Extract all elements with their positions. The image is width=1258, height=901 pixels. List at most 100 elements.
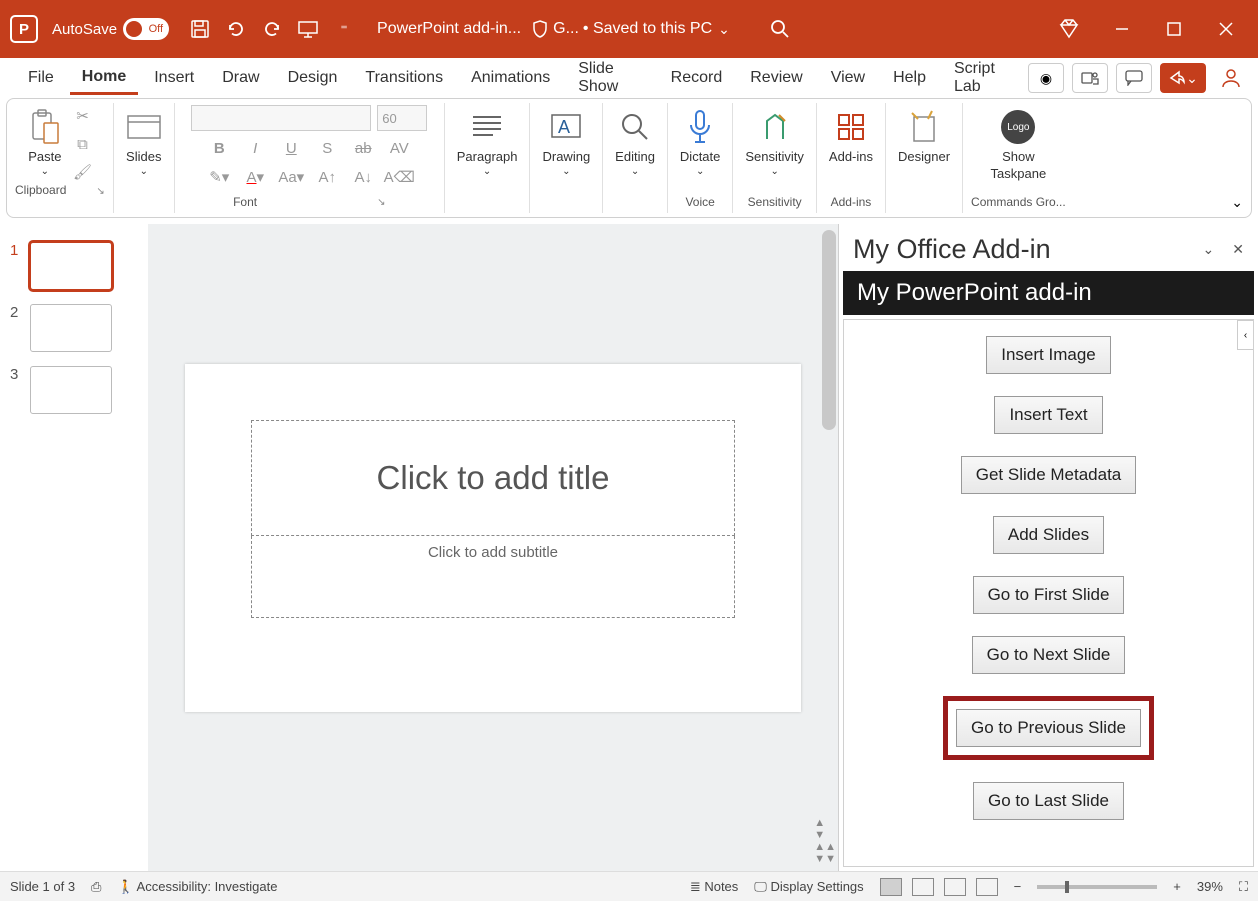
document-name[interactable]: PowerPoint add-in...: [377, 20, 521, 38]
thumb-1[interactable]: 1: [0, 238, 148, 300]
charspace-button[interactable]: AV: [386, 138, 412, 160]
tab-design[interactable]: Design: [276, 63, 350, 93]
chevron-down-icon[interactable]: ⌄: [718, 21, 730, 38]
tab-animations[interactable]: Animations: [459, 63, 562, 93]
dictate-button[interactable]: Dictate⌄: [676, 105, 724, 179]
chevron-down-icon[interactable]: ⌄: [1203, 241, 1215, 258]
display-settings-button[interactable]: 🖵 Display Settings: [754, 879, 863, 895]
diamond-icon[interactable]: [1058, 18, 1080, 40]
saved-status[interactable]: • Saved to this PC: [583, 20, 712, 38]
slide-counter[interactable]: Slide 1 of 3: [10, 879, 75, 894]
tab-transitions[interactable]: Transitions: [353, 63, 455, 93]
zoom-in-icon[interactable]: +: [1173, 879, 1181, 894]
shield-icon[interactable]: [531, 20, 549, 38]
paste-button[interactable]: Paste ⌄: [24, 105, 65, 183]
qat-more-icon[interactable]: ⁼: [331, 16, 357, 42]
addins-button[interactable]: Add-ins: [825, 105, 877, 166]
close-icon[interactable]: [1214, 17, 1238, 41]
highlight-button[interactable]: ✎▾: [206, 166, 232, 188]
font-family-combo[interactable]: [191, 105, 371, 131]
insert-image-button[interactable]: Insert Image: [986, 336, 1111, 374]
format-painter-icon[interactable]: 🖌: [70, 161, 96, 183]
slide-nav-arrows[interactable]: ▲▼▲▲▼▼: [814, 817, 836, 865]
slideshow-view-icon[interactable]: [976, 878, 998, 896]
title-placeholder[interactable]: Click to add title: [251, 420, 735, 536]
font-color-button[interactable]: A▾: [242, 166, 268, 188]
get-slide-metadata-button[interactable]: Get Slide Metadata: [961, 456, 1137, 494]
scrollbar-vertical[interactable]: [822, 230, 836, 430]
tab-help[interactable]: Help: [881, 63, 938, 93]
grow-font-button[interactable]: A↑: [314, 166, 340, 188]
share-button[interactable]: ⌄: [1160, 63, 1206, 93]
shrink-font-button[interactable]: A↓: [350, 166, 376, 188]
toggle-off-icon[interactable]: Off: [123, 18, 169, 40]
slide[interactable]: Click to add title Click to add subtitle: [185, 364, 801, 712]
account-icon[interactable]: [1220, 67, 1242, 89]
sorter-view-icon[interactable]: [912, 878, 934, 896]
tab-file[interactable]: File: [16, 63, 66, 93]
accessibility-status[interactable]: 🚶 Accessibility: Investigate: [117, 879, 277, 895]
slide-canvas-area[interactable]: Click to add title Click to add subtitle…: [148, 224, 838, 871]
tab-record[interactable]: Record: [659, 63, 735, 93]
cut-icon[interactable]: ✂: [70, 105, 96, 127]
save-icon[interactable]: [187, 16, 213, 42]
insert-text-button[interactable]: Insert Text: [994, 396, 1102, 434]
sensitivity-short[interactable]: G...: [553, 20, 579, 38]
sensitivity-button[interactable]: Sensitivity⌄: [741, 105, 808, 179]
expand-icon[interactable]: ‹: [1237, 320, 1253, 350]
search-icon[interactable]: [770, 19, 790, 39]
reading-view-icon[interactable]: [944, 878, 966, 896]
fit-to-window-icon[interactable]: ⛶: [1239, 879, 1248, 895]
strike-button[interactable]: ab: [350, 138, 376, 160]
paragraph-button[interactable]: Paragraph⌄: [453, 105, 522, 179]
bold-button[interactable]: B: [206, 138, 232, 160]
autosave-toggle[interactable]: AutoSave Off: [52, 18, 169, 40]
zoom-slider[interactable]: [1037, 885, 1157, 889]
tab-slideshow[interactable]: Slide Show: [566, 54, 654, 102]
tab-insert[interactable]: Insert: [142, 63, 206, 93]
minimize-icon[interactable]: [1110, 17, 1134, 41]
subtitle-placeholder[interactable]: Click to add subtitle: [251, 536, 735, 618]
editing-button[interactable]: Editing⌄: [611, 105, 659, 179]
font-size-combo[interactable]: 60: [377, 105, 427, 131]
undo-icon[interactable]: [223, 16, 249, 42]
normal-view-icon[interactable]: [880, 878, 902, 896]
clear-format-button[interactable]: A⌫: [386, 166, 412, 188]
drawing-button[interactable]: ADrawing⌄: [538, 105, 594, 179]
change-case-button[interactable]: Aa▾: [278, 166, 304, 188]
tab-scriptlab[interactable]: Script Lab: [942, 54, 1024, 102]
language-icon[interactable]: ⎙: [91, 879, 101, 895]
record-button[interactable]: ◉: [1028, 63, 1064, 93]
zoom-level[interactable]: 39%: [1197, 879, 1223, 894]
thumb-3[interactable]: 3: [0, 362, 148, 424]
tab-home[interactable]: Home: [70, 62, 138, 95]
tab-view[interactable]: View: [819, 63, 877, 93]
collapse-ribbon-icon[interactable]: ⌄: [1231, 194, 1243, 211]
redo-icon[interactable]: [259, 16, 285, 42]
zoom-out-icon[interactable]: −: [1014, 879, 1022, 894]
thumb-2[interactable]: 2: [0, 300, 148, 362]
go-to-first-slide-button[interactable]: Go to First Slide: [973, 576, 1125, 614]
add-slides-button[interactable]: Add Slides: [993, 516, 1104, 554]
tab-review[interactable]: Review: [738, 63, 814, 93]
go-to-previous-slide-button[interactable]: Go to Previous Slide: [956, 709, 1141, 747]
italic-button[interactable]: I: [242, 138, 268, 160]
shadow-button[interactable]: S: [314, 138, 340, 160]
teams-button[interactable]: [1072, 63, 1108, 93]
go-to-last-slide-button[interactable]: Go to Last Slide: [973, 782, 1124, 820]
comments-button[interactable]: [1116, 63, 1152, 93]
designer-button[interactable]: Designer: [894, 105, 954, 166]
present-icon[interactable]: [295, 16, 321, 42]
maximize-icon[interactable]: [1162, 17, 1186, 41]
copy-icon[interactable]: ⧉: [70, 133, 96, 155]
go-to-next-slide-button[interactable]: Go to Next Slide: [972, 636, 1126, 674]
dialog-launcher-icon[interactable]: ↘: [377, 197, 385, 208]
close-icon[interactable]: ✕: [1232, 241, 1244, 258]
slides-button[interactable]: Slides ⌄: [122, 105, 166, 179]
addins-icon: [835, 107, 867, 147]
notes-button[interactable]: ≣ Notes: [690, 879, 738, 895]
tab-draw[interactable]: Draw: [210, 63, 271, 93]
dialog-launcher-icon[interactable]: ↘: [96, 186, 104, 197]
underline-button[interactable]: U: [278, 138, 304, 160]
show-taskpane-button[interactable]: LogoShowTaskpane: [987, 105, 1051, 183]
